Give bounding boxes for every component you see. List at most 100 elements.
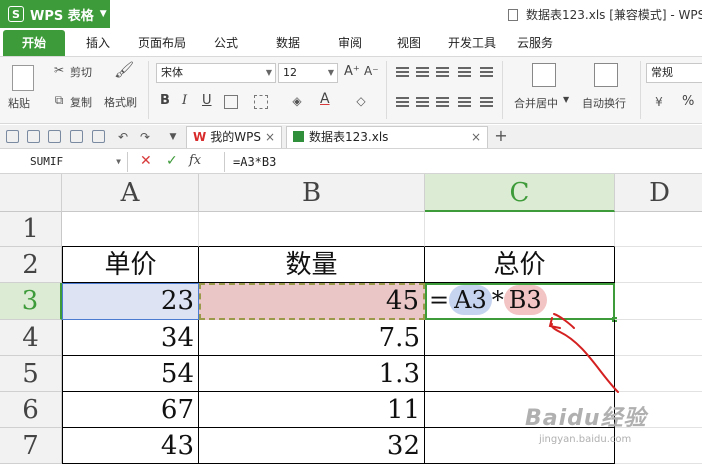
cell-b2[interactable]: 数量 [199,247,425,283]
column-header-b[interactable]: B [199,174,425,212]
copy-icon[interactable]: ⧉ [52,93,66,107]
formula-input[interactable]: =A3*B3 [224,152,702,172]
tab-page-layout[interactable]: 页面布局 [129,30,195,56]
italic-button[interactable]: I [182,93,187,108]
format-painter-button[interactable]: 格式刷 [104,94,137,110]
save-icon[interactable] [27,130,40,143]
paste-button[interactable]: 粘贴 [8,95,30,111]
grow-font-button[interactable]: A⁺ [344,64,360,79]
tab-developer[interactable]: 开发工具 [437,30,507,56]
align-top-icon[interactable] [396,67,409,77]
cancel-icon[interactable]: ✕ [140,153,152,169]
merge-center-button[interactable]: 合并居中 [514,95,558,111]
cell-b1[interactable] [199,212,425,247]
cut-button[interactable]: 剪切 [70,64,92,80]
row-header-4[interactable]: 4 [0,320,62,356]
chevron-down-icon[interactable]: ▼ [166,130,180,144]
tab-formulas[interactable]: 公式 [195,30,257,56]
tab-document[interactable]: 数据表123.xls × [286,126,488,148]
clear-format-icon[interactable]: ◇ [354,94,368,108]
cell-c1[interactable] [425,212,615,247]
tab-my-wps[interactable]: W 我的WPS × [186,126,282,148]
cell-d2[interactable] [615,247,702,283]
font-color-button[interactable]: A [320,91,330,107]
tab-cloud[interactable]: 云服务 [507,30,563,56]
cell-c2[interactable]: 总价 [425,247,615,283]
number-format-select[interactable]: 常规 [646,63,702,83]
export-icon[interactable] [48,130,61,143]
select-all-corner[interactable] [0,174,62,212]
wrap-text-button[interactable]: 自动换行 [582,95,626,111]
cell-a3[interactable]: 23 [62,283,199,320]
cell-b4[interactable]: 7.5 [199,320,425,356]
paste-icon[interactable] [12,65,34,91]
cell-d1[interactable] [615,212,702,247]
insert-function-icon[interactable]: fx [189,153,201,168]
cell-style-icon[interactable] [254,95,268,109]
font-size-select[interactable]: 12 ▼ [278,63,338,83]
cell-b3[interactable]: 45 [199,283,425,320]
cell-b6[interactable]: 11 [199,392,425,428]
merge-center-icon[interactable] [532,63,556,87]
justify-icon[interactable] [458,97,471,107]
app-menu-button[interactable]: S WPS 表格 ▼ [0,0,110,28]
row-header-7[interactable]: 7 [0,428,62,464]
cell-a6[interactable]: 67 [62,392,199,428]
row-header-1[interactable]: 1 [0,212,62,247]
close-icon[interactable]: × [471,127,481,147]
ribbon-tabs: 开始 插入 页面布局 公式 数据 审阅 视图 开发工具 云服务 [0,30,702,56]
confirm-icon[interactable]: ✓ [166,153,178,169]
cell-a2[interactable]: 单价 [62,247,199,283]
chevron-down-icon[interactable]: ▼ [563,95,569,104]
indent-icon[interactable] [480,67,493,77]
formula-bar: SUMIF ▼ ✕ ✓ fx =A3*B3 [0,150,702,174]
cell-a4[interactable]: 34 [62,320,199,356]
cell-b5[interactable]: 1.3 [199,356,425,392]
row-header-3[interactable]: 3 [0,283,62,320]
tab-review[interactable]: 审阅 [319,30,381,56]
open-icon[interactable] [6,130,19,143]
tab-view[interactable]: 视图 [381,30,437,56]
align-right-icon[interactable] [436,97,449,107]
scissors-icon[interactable]: ✂ [52,63,66,77]
undo-icon[interactable]: ↶ [116,130,130,144]
print-icon[interactable] [70,130,83,143]
font-name-select[interactable]: 宋体 ▼ [156,63,276,83]
bold-button[interactable]: B [160,93,170,108]
align-center-icon[interactable] [416,97,429,107]
tab-home[interactable]: 开始 [3,30,65,56]
currency-icon[interactable]: ¥ [652,95,666,109]
brush-icon[interactable]: 🖌 [114,62,134,85]
cell-a7[interactable]: 43 [62,428,199,464]
percent-button[interactable]: % [682,94,694,109]
wrap-text-icon[interactable] [594,63,618,87]
align-left-icon[interactable] [396,97,409,107]
close-icon[interactable]: × [265,127,275,147]
borders-icon[interactable] [224,95,238,109]
row-header-5[interactable]: 5 [0,356,62,392]
quick-access-bar: ↶ ↷ ▼ W 我的WPS × 数据表123.xls × + [0,125,702,149]
watermark-url: jingyan.baidu.com [539,434,632,445]
cell-a1[interactable] [62,212,199,247]
align-middle-icon[interactable] [416,67,429,77]
cell-a5[interactable]: 54 [62,356,199,392]
row-header-2[interactable]: 2 [0,247,62,283]
align-bottom-icon[interactable] [436,67,449,77]
redo-icon[interactable]: ↷ [138,130,152,144]
column-header-a[interactable]: A [62,174,199,212]
cell-b7[interactable]: 32 [199,428,425,464]
shrink-font-button[interactable]: A⁻ [364,64,379,78]
row-header-6[interactable]: 6 [0,392,62,428]
tab-data[interactable]: 数据 [257,30,319,56]
name-box[interactable]: SUMIF ▼ [0,152,128,172]
copy-button[interactable]: 复制 [70,94,92,110]
distributed-icon[interactable] [480,97,493,107]
print-preview-icon[interactable] [92,130,105,143]
orientation-icon[interactable] [458,67,471,77]
underline-button[interactable]: U [202,93,212,108]
column-header-d[interactable]: D [615,174,702,212]
fill-color-icon[interactable]: ◈ [290,94,304,108]
add-tab-icon[interactable]: + [494,128,508,144]
column-header-c[interactable]: C [425,174,615,212]
tab-insert[interactable]: 插入 [67,30,129,56]
